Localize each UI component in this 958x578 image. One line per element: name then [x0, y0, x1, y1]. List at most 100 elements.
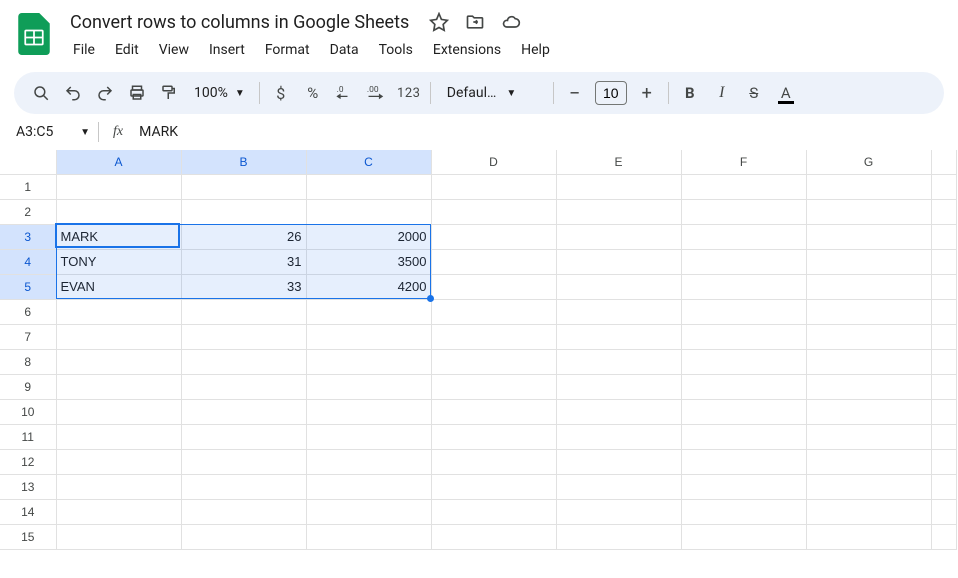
cell-E15[interactable] [556, 524, 681, 549]
cell-B14[interactable] [181, 499, 306, 524]
cell-A11[interactable] [56, 424, 181, 449]
cell-D15[interactable] [431, 524, 556, 549]
cell-E7[interactable] [556, 324, 681, 349]
cell-G11[interactable] [806, 424, 931, 449]
bold-button[interactable]: B [675, 78, 705, 108]
cell-B9[interactable] [181, 374, 306, 399]
cell-G1[interactable] [806, 174, 931, 199]
cell-F12[interactable] [681, 449, 806, 474]
cell-F7[interactable] [681, 324, 806, 349]
cell-B6[interactable] [181, 299, 306, 324]
spreadsheet-grid[interactable]: ABCDEFG123MARK2620004TONY3135005EVAN3342… [0, 150, 958, 550]
text-color-button[interactable]: A [771, 78, 801, 108]
column-header-E[interactable]: E [556, 150, 681, 174]
row-header-5[interactable]: 5 [0, 274, 56, 299]
cell-G10[interactable] [806, 399, 931, 424]
cell-F5[interactable] [681, 274, 806, 299]
cell-G4[interactable] [806, 249, 931, 274]
cell-A3[interactable]: MARK [56, 224, 181, 249]
cell-D13[interactable] [431, 474, 556, 499]
sheets-logo[interactable] [14, 8, 54, 56]
cell-partial-15[interactable] [931, 524, 956, 549]
cell-G8[interactable] [806, 349, 931, 374]
cell-G15[interactable] [806, 524, 931, 549]
row-header-9[interactable]: 9 [0, 374, 56, 399]
cell-A9[interactable] [56, 374, 181, 399]
print-icon[interactable] [122, 78, 152, 108]
menu-format[interactable]: Format [256, 38, 319, 62]
cell-C10[interactable] [306, 399, 431, 424]
row-header-14[interactable]: 14 [0, 499, 56, 524]
cell-A6[interactable] [56, 299, 181, 324]
cell-C14[interactable] [306, 499, 431, 524]
menu-extensions[interactable]: Extensions [424, 38, 510, 62]
cell-E12[interactable] [556, 449, 681, 474]
cell-A4[interactable]: TONY [56, 249, 181, 274]
formula-bar[interactable]: MARK [137, 120, 958, 144]
cell-partial-4[interactable] [931, 249, 956, 274]
column-header-G[interactable]: G [806, 150, 931, 174]
doc-title[interactable]: Convert rows to columns in Google Sheets [64, 11, 415, 34]
cell-D7[interactable] [431, 324, 556, 349]
cell-G9[interactable] [806, 374, 931, 399]
cell-F1[interactable] [681, 174, 806, 199]
row-header-6[interactable]: 6 [0, 299, 56, 324]
menu-file[interactable]: File [64, 38, 104, 62]
cell-E14[interactable] [556, 499, 681, 524]
cell-D3[interactable] [431, 224, 556, 249]
cell-D2[interactable] [431, 199, 556, 224]
cell-B12[interactable] [181, 449, 306, 474]
cell-C9[interactable] [306, 374, 431, 399]
cell-partial-2[interactable] [931, 199, 956, 224]
cell-A13[interactable] [56, 474, 181, 499]
cell-B1[interactable] [181, 174, 306, 199]
row-header-13[interactable]: 13 [0, 474, 56, 499]
font-size-input[interactable] [595, 81, 627, 105]
cell-F15[interactable] [681, 524, 806, 549]
cell-G6[interactable] [806, 299, 931, 324]
cell-E10[interactable] [556, 399, 681, 424]
redo-icon[interactable] [90, 78, 120, 108]
cell-E5[interactable] [556, 274, 681, 299]
cell-C13[interactable] [306, 474, 431, 499]
cell-A10[interactable] [56, 399, 181, 424]
cell-G5[interactable] [806, 274, 931, 299]
search-menus-icon[interactable] [26, 78, 56, 108]
cell-E11[interactable] [556, 424, 681, 449]
cell-A5[interactable]: EVAN [56, 274, 181, 299]
row-header-15[interactable]: 15 [0, 524, 56, 549]
cell-D6[interactable] [431, 299, 556, 324]
cell-C6[interactable] [306, 299, 431, 324]
menu-edit[interactable]: Edit [106, 38, 148, 62]
increase-decimal-icon[interactable]: .00 [362, 78, 392, 108]
cell-partial-13[interactable] [931, 474, 956, 499]
cell-partial-12[interactable] [931, 449, 956, 474]
cell-D4[interactable] [431, 249, 556, 274]
italic-button[interactable]: I [707, 78, 737, 108]
cell-A14[interactable] [56, 499, 181, 524]
column-header-partial[interactable] [931, 150, 956, 174]
cell-partial-1[interactable] [931, 174, 956, 199]
cell-D12[interactable] [431, 449, 556, 474]
menu-view[interactable]: View [150, 38, 198, 62]
cell-partial-3[interactable] [931, 224, 956, 249]
cell-D9[interactable] [431, 374, 556, 399]
cell-B3[interactable]: 26 [181, 224, 306, 249]
column-header-B[interactable]: B [181, 150, 306, 174]
percent-icon[interactable]: % [298, 78, 328, 108]
cell-F13[interactable] [681, 474, 806, 499]
cell-D5[interactable] [431, 274, 556, 299]
name-box[interactable]: A3:C5 ▼ [10, 124, 90, 140]
row-header-7[interactable]: 7 [0, 324, 56, 349]
cell-C4[interactable]: 3500 [306, 249, 431, 274]
cell-C15[interactable] [306, 524, 431, 549]
cell-partial-9[interactable] [931, 374, 956, 399]
cell-partial-6[interactable] [931, 299, 956, 324]
row-header-3[interactable]: 3 [0, 224, 56, 249]
cell-B15[interactable] [181, 524, 306, 549]
cell-partial-7[interactable] [931, 324, 956, 349]
cell-A1[interactable] [56, 174, 181, 199]
star-icon[interactable] [427, 10, 451, 34]
cell-D1[interactable] [431, 174, 556, 199]
row-header-11[interactable]: 11 [0, 424, 56, 449]
